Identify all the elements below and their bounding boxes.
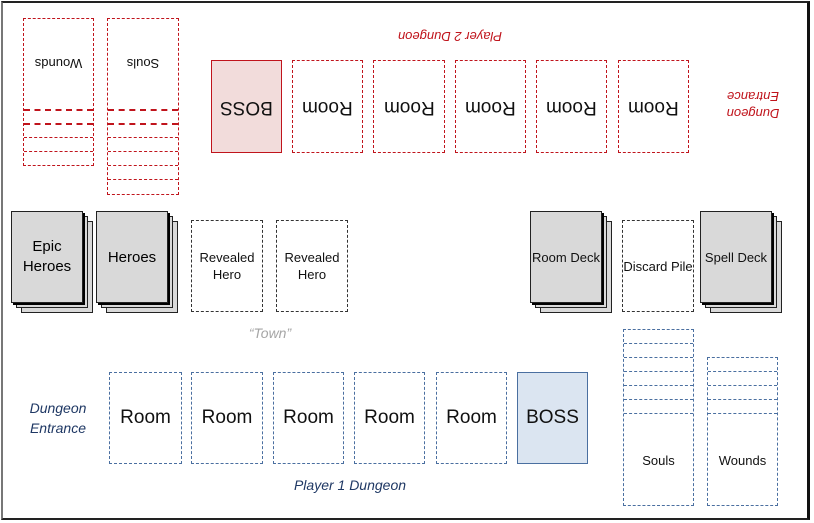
p2-boss-label: BOSS <box>220 96 273 118</box>
p1-room-slot[interactable]: Room <box>273 372 344 464</box>
p1-room-slot[interactable]: Room <box>109 372 182 464</box>
p1-souls-track: Souls <box>623 329 694 506</box>
p1-wounds-label: Wounds <box>718 452 767 468</box>
p1-wounds-track: Wounds <box>707 357 778 506</box>
spell-deck[interactable]: Spell Deck <box>700 211 784 314</box>
p1-room-slot[interactable]: Room <box>191 372 263 464</box>
epic-heroes-label: Epic Heroes <box>22 238 72 275</box>
room-deck-label: Room Deck <box>532 249 600 265</box>
p1-entrance-label: Dungeon Entrance <box>29 400 87 436</box>
p2-souls-label: Souls <box>126 56 160 72</box>
revealed-hero-slot[interactable]: Revealed Hero <box>276 220 348 312</box>
discard-pile-slot[interactable]: Discard Pile <box>622 220 694 312</box>
p1-boss-label: BOSS <box>526 407 579 428</box>
epic-heroes-deck[interactable]: Epic Heroes <box>11 211 95 314</box>
p2-wounds-label: Wounds <box>34 56 83 72</box>
p2-room-slot[interactable]: Room <box>292 60 363 153</box>
heroes-label: Heroes <box>107 248 157 266</box>
revealed-hero-slot[interactable]: Revealed Hero <box>191 220 263 312</box>
p2-boss-slot[interactable]: BOSS <box>211 60 282 153</box>
p1-souls-label: Souls <box>642 452 675 468</box>
p2-wounds-track: Wounds <box>23 18 94 166</box>
p2-souls-track: Souls <box>107 18 179 195</box>
p1-boss-slot[interactable]: BOSS <box>517 372 588 464</box>
p2-entrance-label: Dungeon Entrance <box>726 89 780 121</box>
p2-dungeon-label: Player 2 Dungeon <box>397 29 503 44</box>
p2-room-slot[interactable]: Room <box>536 60 607 153</box>
town-label: “Town” <box>248 325 292 341</box>
p1-dungeon-label: Player 1 Dungeon <box>293 477 407 493</box>
p2-room-slot[interactable]: Room <box>618 60 689 153</box>
p2-room-slot[interactable]: Room <box>373 60 445 153</box>
heroes-deck[interactable]: Heroes <box>96 211 180 314</box>
spell-deck-label: Spell Deck <box>704 249 768 265</box>
p1-room-slot[interactable]: Room <box>436 372 507 464</box>
p1-room-slot[interactable]: Room <box>354 372 425 464</box>
p2-room-slot[interactable]: Room <box>455 60 526 153</box>
room-deck[interactable]: Room Deck <box>530 211 614 314</box>
